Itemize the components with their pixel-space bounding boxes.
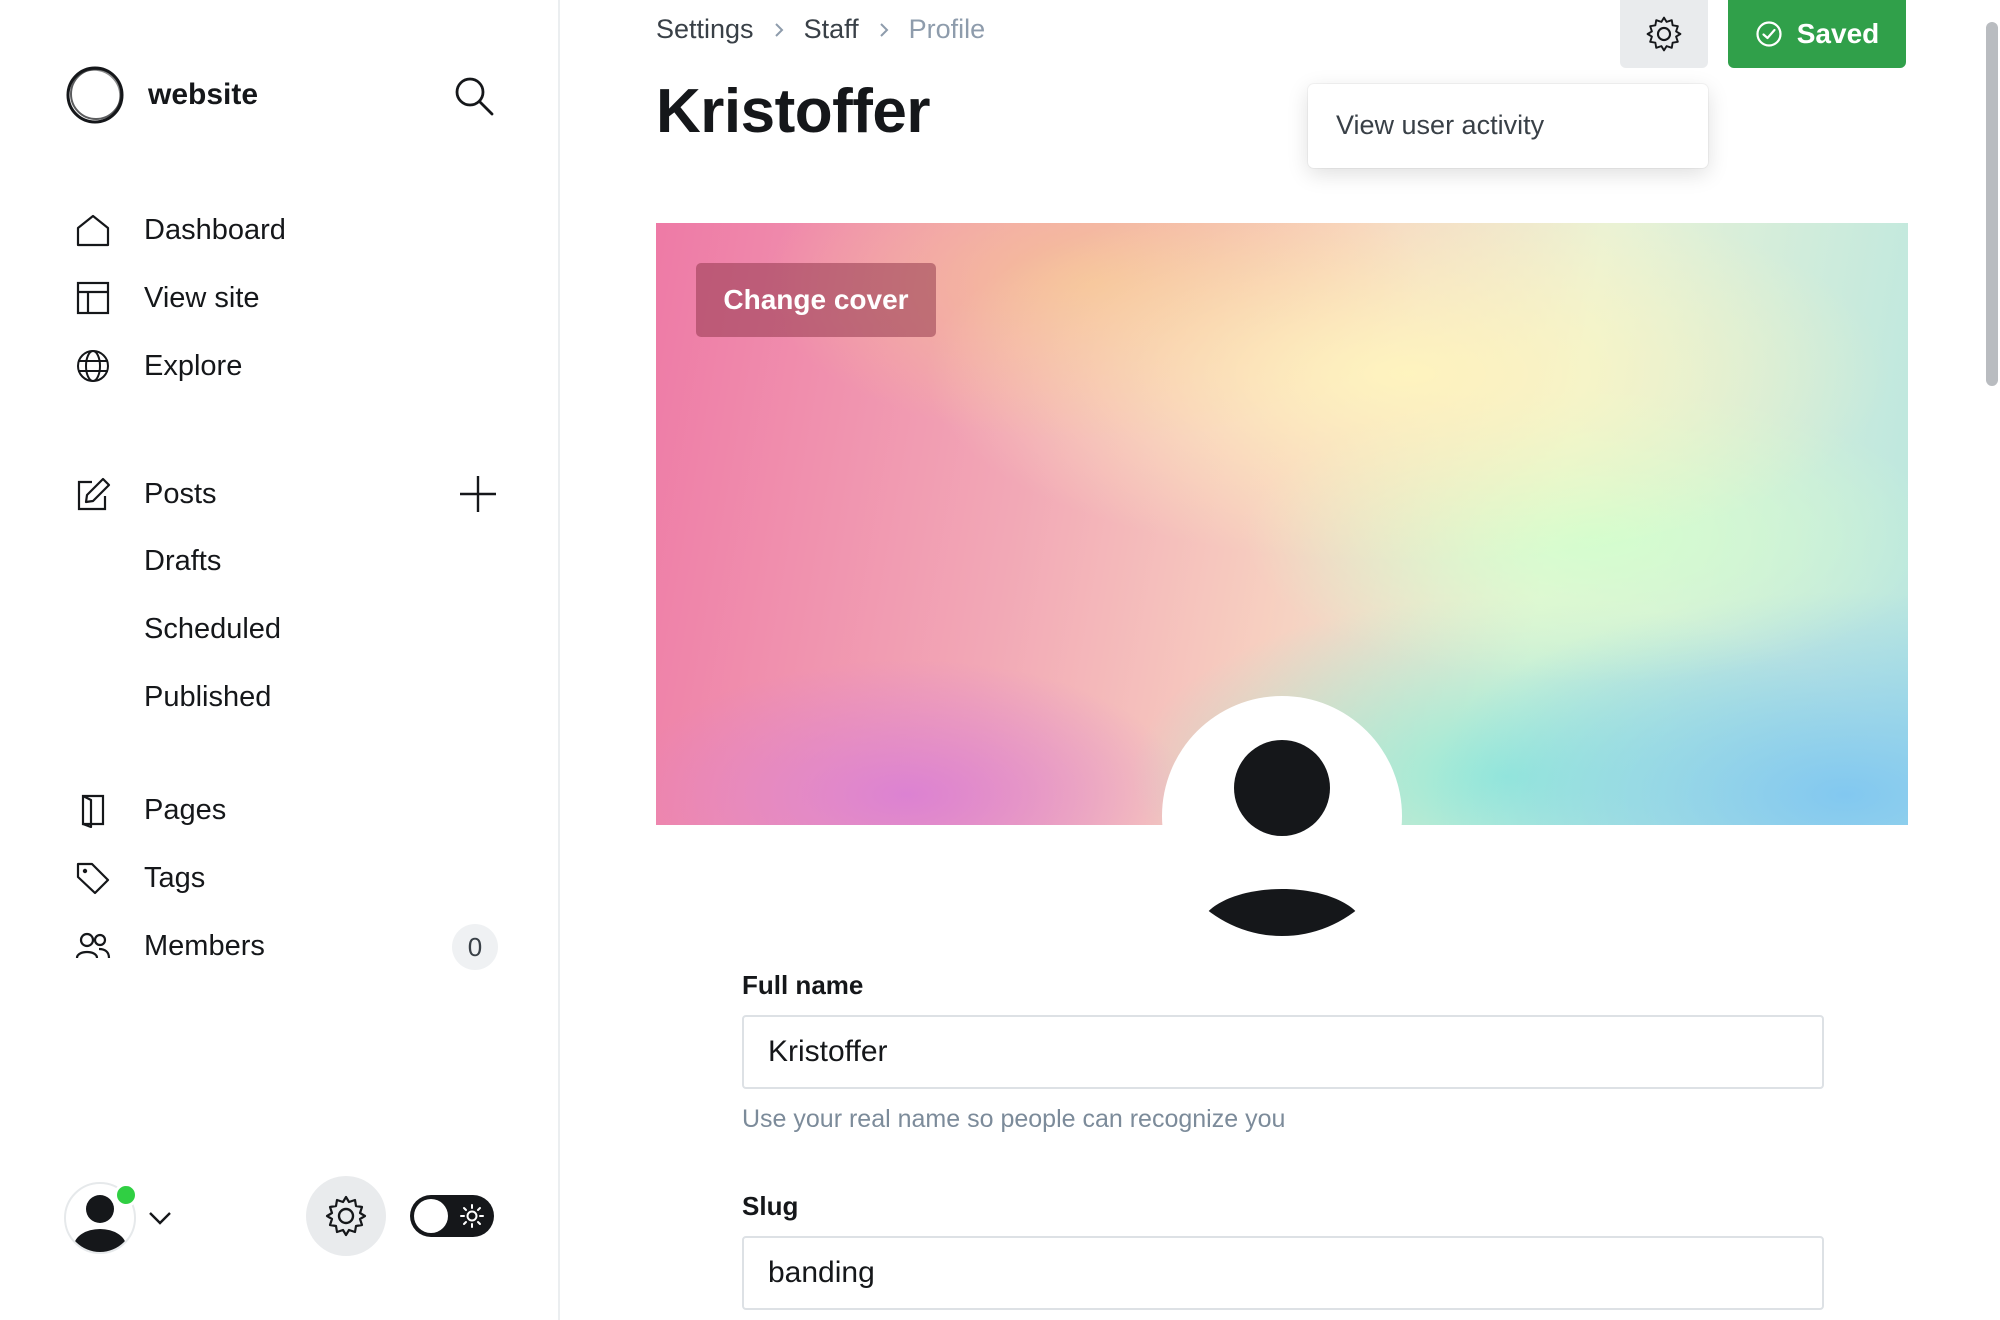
sidebar-item-drafts[interactable]: Drafts [144,545,221,578]
profile-picture[interactable] [1162,696,1402,936]
sidebar-item-label: Explore [144,349,243,382]
page-title: Kristoffer [656,77,931,146]
chevron-right-icon [774,22,783,37]
change-cover-button[interactable]: Change cover [696,263,936,337]
sidebar-item-label: Posts [144,477,217,510]
chevron-down-icon[interactable] [146,1204,174,1232]
site-logo-icon [66,66,124,124]
view-user-activity-item[interactable]: View user activity [1336,110,1544,141]
toggle-knob [414,1199,448,1233]
sidebar-item-explore[interactable]: Explore [74,341,242,391]
sun-icon [460,1204,484,1228]
users-icon [74,927,112,965]
full-name-label: Full name [742,970,864,1000]
book-icon [74,791,112,829]
slug-input[interactable] [742,1236,1824,1310]
full-name-input[interactable] [742,1015,1824,1089]
globe-icon [74,347,112,385]
brand[interactable]: website [64,64,258,126]
sidebar: website Dashboard View site Explore Post… [0,0,560,1320]
scrollbar[interactable] [1986,22,1998,386]
breadcrumb-profile: Profile [908,14,986,44]
search-icon[interactable] [452,74,496,118]
chevron-right-icon [879,22,889,37]
sidebar-item-label: Pages [144,793,227,826]
breadcrumb: Settings Staff Profile [656,14,985,45]
sidebar-item-label: View site [144,281,260,314]
sidebar-item-scheduled[interactable]: Scheduled [144,613,281,646]
home-icon [74,211,112,249]
saved-label: Saved [1796,18,1880,49]
sidebar-item-published[interactable]: Published [144,681,271,714]
full-name-help: Use your real name so people can recogni… [742,1105,1286,1133]
user-actions-button[interactable] [1620,0,1708,68]
settings-button[interactable] [306,1176,386,1256]
sidebar-item-label: Members [144,929,265,962]
breadcrumb-settings[interactable]: Settings [656,14,754,45]
slug-label: Slug [742,1191,799,1221]
sidebar-item-members[interactable]: Members [74,921,265,971]
add-post-icon[interactable] [456,472,500,516]
members-count-badge: 0 [452,924,498,970]
sidebar-item-label: Tags [144,861,206,894]
breadcrumb-staff[interactable]: Staff [804,14,859,45]
tag-icon [74,859,112,897]
sidebar-item-tags[interactable]: Tags [74,853,205,903]
sidebar-item-posts[interactable]: Posts [74,469,217,519]
sidebar-item-pages[interactable]: Pages [74,785,226,835]
site-name: website [148,78,259,111]
sidebar-item-view-site[interactable]: View site [74,273,260,323]
sidebar-item-dashboard[interactable]: Dashboard [74,205,286,255]
sidebar-item-label: Dashboard [144,213,286,246]
online-status-dot [114,1183,138,1207]
gear-icon [1646,16,1682,52]
check-circle-icon [1756,21,1782,47]
gear-icon [325,1195,367,1237]
user-silhouette-icon [1198,740,1366,936]
user-actions-menu: View user activity [1308,84,1708,168]
theme-toggle[interactable] [410,1195,494,1237]
edit-icon [74,475,112,513]
layout-icon [74,279,112,317]
saved-button[interactable]: Saved [1728,0,1906,68]
